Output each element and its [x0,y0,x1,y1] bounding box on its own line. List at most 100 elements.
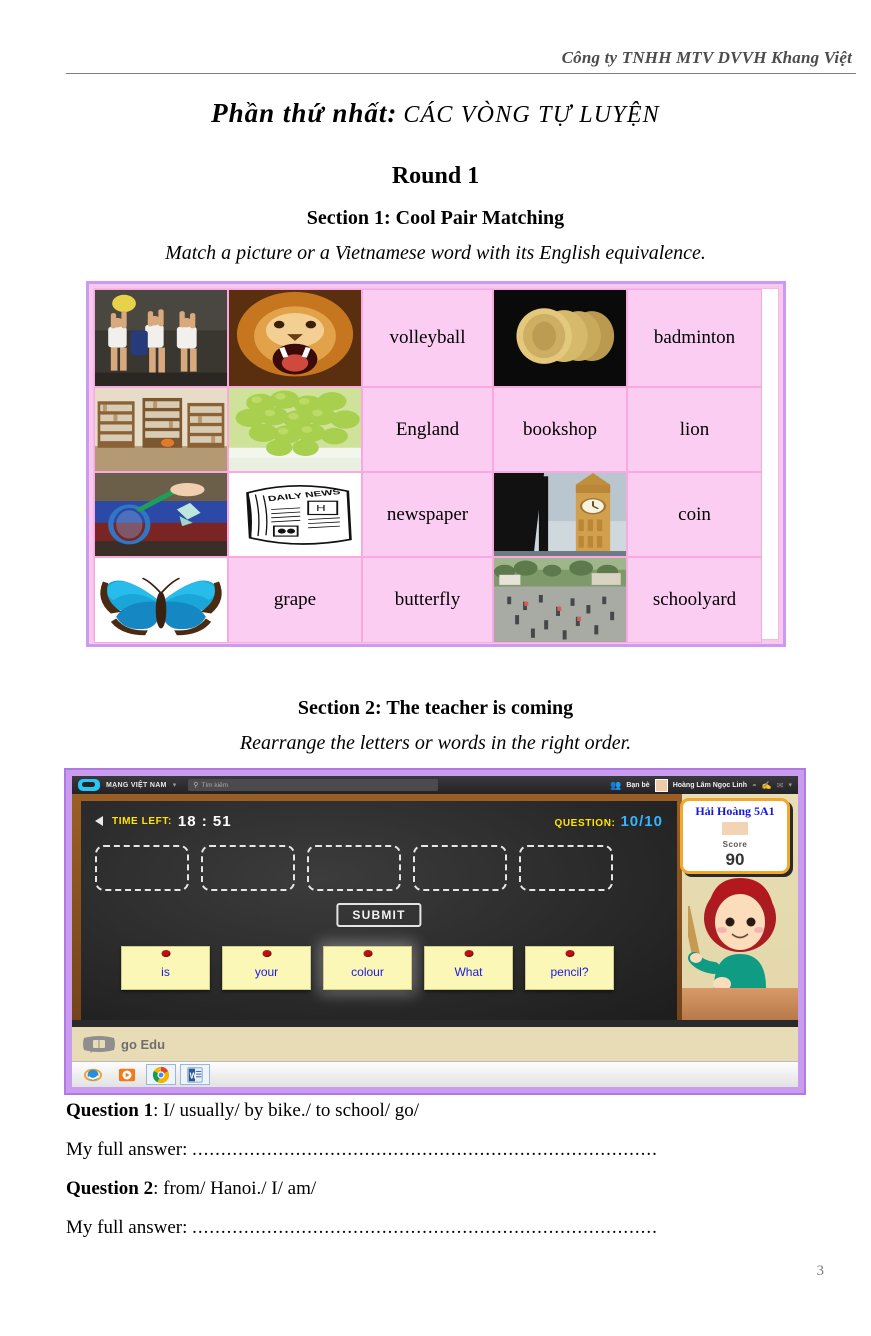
friends-label[interactable]: Bạn bè [626,782,649,789]
matching-word-cell[interactable]: schoolyard [627,557,762,643]
blackboard: TIME LEFT: 18 : 51 QUESTION: 10/10 SUBMI… [81,801,677,1020]
answer-slot[interactable] [95,845,189,891]
word-tile[interactable]: colour [323,946,412,990]
topbar-chevron-down-icon[interactable]: ▾ [788,781,792,789]
matching-word-label: bookshop [523,418,597,440]
matching-picture-cell[interactable] [493,557,627,643]
site-logo-icon [78,779,100,791]
matching-picture-cell[interactable]: DAILY NEWS H [228,472,362,557]
question-2-prompt: : from/ Hanoi./ I/ am/ [153,1178,317,1199]
matching-picture-cell[interactable] [493,289,627,387]
media-player-icon[interactable] [112,1064,142,1085]
time-left-value: 18 : 51 [177,812,232,830]
svg-text:H: H [316,504,326,513]
submit-button[interactable]: SUBMIT [336,903,422,927]
matching-word-cell[interactable]: butterfly [362,557,493,643]
matching-word-label: newspaper [386,503,469,525]
matching-word-cell[interactable]: badminton [627,289,762,387]
word-tile-label: colour [351,964,384,979]
speaker-icon[interactable] [95,816,103,826]
page-number: 3 [816,1263,825,1279]
matching-word-label: coin [678,503,711,525]
chrome-icon[interactable] [146,1064,176,1085]
matching-word-cell[interactable]: bookshop [493,387,627,472]
answer-slot[interactable] [413,845,507,891]
answer-slot[interactable] [307,845,401,891]
answer-2-label: My full answer: [66,1217,193,1238]
answer-slot[interactable] [519,845,613,891]
score-label: Score [722,840,748,849]
matching-word-cell[interactable]: volleyball [362,289,493,387]
game-screenshot: MẠNG VIỆT NAM ▾ ⚲ Tìm kiếm 👥 Bạn bè Hoàn… [72,776,798,1087]
answer-line-2: My full answer: ........................… [66,1217,826,1239]
matching-picture-cell[interactable] [94,472,228,557]
search-placeholder: Tìm kiếm [201,781,229,789]
word-tile[interactable]: What [424,946,513,990]
matching-word-label: butterfly [394,589,461,610]
volleyball-photo [95,290,227,386]
lion-photo [229,290,361,386]
matching-picture-cell[interactable] [493,472,627,557]
internet-explorer-icon[interactable] [78,1064,108,1085]
scorecard: Hải Hoàng 5A1 Score 90 [680,798,790,874]
teacher-desk [682,988,798,1020]
section2-instruction: Rearrange the letters or words in the ri… [239,732,632,754]
word-tile[interactable]: is [121,946,210,990]
bigben-photo [494,473,626,556]
matching-word-cell[interactable]: England [362,387,493,472]
word-tile[interactable]: your [222,946,311,990]
page-title-bold: Phần thứ nhất: [211,98,398,128]
answer-1-label: My full answer: [66,1139,193,1160]
answer-slots [95,845,661,891]
matching-picture-cell[interactable] [94,289,228,387]
chevron-down-icon[interactable]: ▾ [173,781,177,789]
site-topbar: MẠNG VIỆT NAM ▾ ⚲ Tìm kiếm 👥 Bạn bè Hoàn… [72,776,798,794]
matching-word-cell[interactable]: lion [627,387,762,472]
answer-slot[interactable] [201,845,295,891]
bookshop-photo [95,388,227,471]
matching-word-cell[interactable]: newspaper [362,472,493,557]
goedu-logo-text: go Edu [121,1036,166,1052]
matching-picture-cell[interactable] [94,387,228,472]
avatar [654,778,668,792]
pushpin-icon [565,950,574,957]
player-avatar [722,822,748,835]
badminton-photo [95,473,227,556]
pushpin-icon [464,950,473,957]
matching-picture-cell[interactable] [228,289,362,387]
matching-word-cell[interactable]: coin [627,472,762,557]
question-1: Question 1: I/ usually/ by bike./ to sch… [66,1100,826,1122]
matching-grid-frame: volleyball badminton England bookshop li… [86,281,786,647]
word-icon[interactable]: W [180,1064,210,1085]
butterfly-photo [95,558,227,642]
friends-icon: 👥 [610,779,622,790]
matching-picture-cell[interactable] [94,557,228,643]
user-name-label[interactable]: Hoàng Lâm Ngọc Linh [673,782,747,789]
matching-word-cell[interactable]: grape [228,557,362,643]
teacher-character [688,878,776,990]
word-tile-label: What [454,964,483,979]
answer-2-dots[interactable]: ........................................… [192,1217,658,1238]
site-brand-label: MẠNG VIỆT NAM [106,781,167,789]
word-tile[interactable]: pencil? [525,946,614,990]
matching-picture-cell[interactable] [228,387,362,472]
notifications-icon[interactable]: ✍ [762,781,772,790]
time-left-label: TIME LEFT: [112,815,172,827]
rss-icon[interactable]: ◓ [752,781,757,790]
question-2-label: Question 2 [66,1178,154,1199]
player-name: Hải Hoàng 5A1 [695,804,775,818]
answer-1-dots[interactable]: ........................................… [192,1139,658,1160]
question-2: Question 2: from/ Hanoi./ I/ am/ [66,1178,826,1200]
search-icon: ⚲ [193,781,199,789]
pushpin-icon [363,950,372,957]
messages-icon[interactable]: ✉ [777,781,784,790]
section2-title: Section 2: The teacher is coming [297,697,574,719]
search-input[interactable]: ⚲ Tìm kiếm [188,779,439,791]
word-tile-label: pencil? [550,964,589,979]
matching-word-label: volleyball [389,327,466,348]
publisher-name: Công ty TNHH MTV DVVH Khang Việt [561,48,852,67]
word-tiles: is your colour What pencil? [121,946,641,990]
pushpin-icon [161,950,170,957]
matching-word-label: badminton [653,327,736,348]
question-value: 10/10 [620,812,663,830]
